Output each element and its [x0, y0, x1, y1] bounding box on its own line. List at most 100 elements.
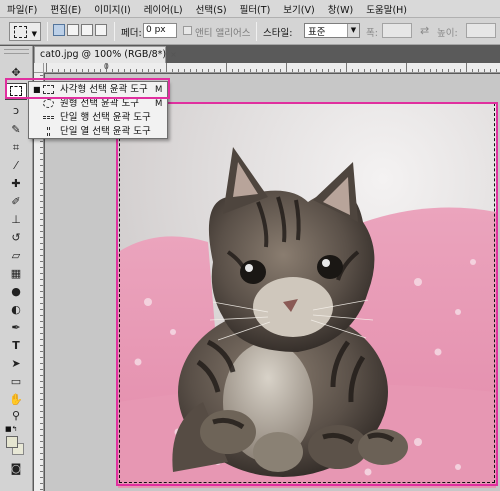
ruler-tick: [304, 69, 305, 72]
eraser-tool-icon[interactable]: ▱: [5, 247, 27, 264]
default-colors-icon[interactable]: ■↰: [5, 425, 17, 433]
ruler-tick: [178, 69, 179, 72]
ruler-tick: [448, 69, 449, 72]
ruler-tick: [40, 363, 43, 364]
path-selection-tool-icon[interactable]: ➤: [5, 355, 27, 372]
menu-help[interactable]: 도움말(H): [359, 2, 413, 16]
swap-dimensions-icon[interactable]: ⇄: [420, 24, 429, 37]
pen-tool-icon[interactable]: ✒: [5, 319, 27, 336]
gradient-tool-icon[interactable]: ▦: [5, 265, 27, 282]
ruler-tick: [40, 249, 43, 250]
ruler-tick: [124, 69, 125, 72]
style-select[interactable]: 표준 ▼: [304, 23, 360, 38]
ruler-tick: [40, 267, 43, 268]
ruler-tick: [40, 315, 43, 316]
quick-mask-tool-icon[interactable]: ◙: [5, 460, 27, 477]
menu-filter[interactable]: 필터(T): [233, 2, 277, 16]
new-selection-button[interactable]: [53, 24, 65, 36]
lasso-tool-icon[interactable]: ↄ: [5, 102, 27, 119]
ruler-tick: [40, 483, 43, 484]
ruler-tick: [40, 411, 43, 412]
flyout-item-single-row-marquee[interactable]: 단일 행 선택 윤곽 도구: [29, 111, 167, 125]
ruler-tick: [40, 351, 43, 352]
intersect-selection-button[interactable]: [95, 24, 107, 36]
ruler-tick: [40, 357, 43, 358]
ruler-tick: [112, 69, 113, 72]
dodge-tool-icon[interactable]: ◐: [5, 301, 27, 318]
panel-grip[interactable]: [4, 49, 29, 54]
ruler-tick: [40, 441, 43, 442]
zoom-tool-icon[interactable]: ⚲: [5, 407, 27, 424]
ruler-tick: [466, 63, 467, 72]
blur-tool-icon[interactable]: ●: [5, 283, 27, 300]
ruler-tick: [40, 171, 43, 172]
subtract-from-selection-button[interactable]: [81, 24, 93, 36]
horizontal-ruler[interactable]: 0: [44, 63, 500, 73]
ruler-tick: [40, 225, 43, 226]
ruler-tick: [334, 69, 335, 72]
clone-stamp-tool-icon[interactable]: ⊥: [5, 211, 27, 228]
feather-input[interactable]: 0 px: [143, 23, 177, 38]
ruler-tick: [250, 69, 251, 72]
flyout-item-label: 단일 열 선택 윤곽 도구: [60, 126, 151, 137]
ruler-tick: [40, 189, 43, 190]
ruler-tick: [46, 63, 47, 72]
ruler-tick: [40, 417, 43, 418]
document-tab[interactable]: cat0.jpg @ 100% (RGB/8*) ×: [34, 46, 177, 63]
ruler-tick: [40, 477, 43, 478]
brush-tool-icon[interactable]: ✐: [5, 193, 27, 210]
foreground-color-swatch[interactable]: [6, 436, 18, 448]
ruler-tick: [460, 69, 461, 72]
height-input[interactable]: [466, 23, 496, 38]
ruler-tick: [40, 429, 43, 430]
ruler-tick: [406, 63, 407, 72]
ruler-tick: [328, 69, 329, 72]
quick-selection-tool-icon[interactable]: ✎: [5, 121, 27, 138]
crop-tool-icon[interactable]: ⌗: [5, 139, 27, 156]
ruler-tick: [40, 333, 43, 334]
width-input[interactable]: [382, 23, 412, 38]
ruler-tick: [202, 69, 203, 72]
chevron-down-icon: ▼: [347, 24, 359, 37]
flyout-item-single-column-marquee[interactable]: 단일 열 선택 윤곽 도구: [29, 125, 167, 139]
ruler-tick: [40, 207, 43, 208]
ruler-tick: [40, 279, 43, 280]
eyedropper-tool-icon[interactable]: ⁄: [5, 157, 27, 174]
hand-tool-icon[interactable]: ✋: [5, 391, 27, 408]
ruler-tick: [40, 387, 43, 388]
menu-window[interactable]: 창(W): [321, 2, 360, 16]
ruler-tick: [454, 69, 455, 72]
ruler-tick: [298, 69, 299, 72]
ruler-tick: [40, 255, 43, 256]
spot-healing-tool-icon[interactable]: ✚: [5, 175, 27, 192]
ruler-origin[interactable]: [34, 63, 44, 73]
menu-layer[interactable]: 레이어(L): [137, 2, 189, 16]
add-to-selection-button[interactable]: [67, 24, 79, 36]
close-icon[interactable]: ×: [170, 50, 177, 59]
tool-preset-picker[interactable]: ▼: [9, 22, 41, 41]
menu-image[interactable]: 이미지(I): [87, 2, 136, 16]
ruler-tick: [40, 303, 43, 304]
menu-edit[interactable]: 편집(E): [43, 2, 87, 16]
shape-tool-icon[interactable]: ▭: [5, 373, 27, 390]
menu-file[interactable]: 파일(F): [0, 2, 43, 16]
antialias-checkbox[interactable]: [183, 26, 192, 35]
ruler-tick: [70, 69, 71, 72]
type-tool-icon[interactable]: T: [5, 337, 27, 354]
ruler-tick: [172, 69, 173, 72]
menu-select[interactable]: 선택(S): [189, 2, 233, 16]
ruler-tick: [214, 69, 215, 72]
ruler-tick: [478, 69, 479, 72]
ruler-tick: [40, 435, 43, 436]
ruler-tick: [388, 69, 389, 72]
ruler-tick: [100, 69, 101, 72]
ruler-tick: [148, 69, 149, 72]
history-brush-tool-icon[interactable]: ↺: [5, 229, 27, 246]
ruler-tick: [40, 291, 43, 292]
ruler-tick: [40, 165, 43, 166]
ruler-tick: [226, 63, 227, 72]
flyout-item-elliptical-marquee[interactable]: 원형 선택 윤곽 도구 M: [29, 97, 167, 111]
menu-view[interactable]: 보기(V): [276, 2, 320, 16]
ruler-tick: [40, 375, 43, 376]
ruler-tick: [40, 201, 43, 202]
